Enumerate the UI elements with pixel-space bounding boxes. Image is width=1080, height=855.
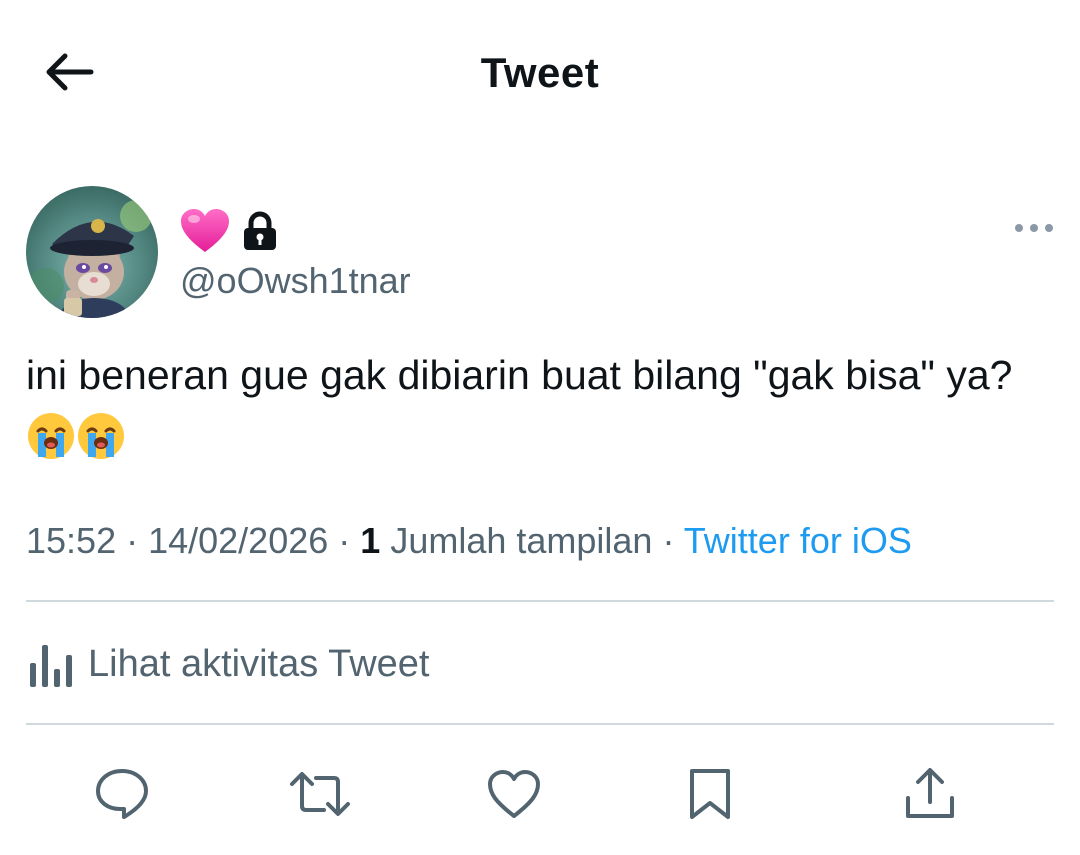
activity-label: Lihat aktivitas Tweet xyxy=(88,643,430,685)
share-button[interactable] xyxy=(898,762,962,826)
more-dots-icon xyxy=(1015,224,1053,232)
avatar[interactable] xyxy=(26,186,158,318)
bookmark-icon xyxy=(690,769,730,819)
lock-icon xyxy=(242,211,278,251)
reply-button[interactable] xyxy=(90,762,154,826)
tweet-body: ini beneran gue gak dibiarin buat bilang… xyxy=(26,344,1036,468)
page-title: Tweet xyxy=(480,49,600,96)
source-link[interactable]: Twitter for iOS xyxy=(684,520,912,561)
like-icon xyxy=(488,770,540,818)
retweet-icon xyxy=(290,772,350,816)
pink-heart-emoji xyxy=(180,208,230,254)
user-handle[interactable]: @oOwsh1tnar xyxy=(180,260,411,302)
divider xyxy=(26,600,1054,602)
display-name xyxy=(180,206,278,256)
bookmark-button[interactable] xyxy=(678,762,742,826)
reply-icon xyxy=(96,769,148,819)
analytics-bars-icon xyxy=(30,645,72,687)
views-count: 1 xyxy=(360,520,381,561)
like-button[interactable] xyxy=(482,762,546,826)
tweet-text: ini beneran gue gak dibiarin buat bilang… xyxy=(26,352,1013,398)
loudly-crying-face-emoji-2 xyxy=(78,413,124,459)
view-tweet-activity-button[interactable]: Lihat aktivitas Tweet xyxy=(26,620,429,708)
retweet-button[interactable] xyxy=(288,762,352,826)
meta-separator: · xyxy=(116,520,149,561)
tweet-meta: 15:52 · 14/02/2026 · 1 Jumlah tampilan ·… xyxy=(26,518,912,564)
views-label: Jumlah tampilan xyxy=(380,520,653,561)
share-icon xyxy=(906,768,954,818)
tweet-author: @oOwsh1tnar xyxy=(26,186,1056,322)
header-bar: Tweet xyxy=(0,0,1080,150)
divider-2 xyxy=(26,723,1054,725)
loudly-crying-face-emoji xyxy=(28,413,74,459)
avatar-image xyxy=(26,186,158,318)
more-options-button[interactable] xyxy=(1012,216,1056,240)
tweet-actions xyxy=(0,750,1080,840)
tweet-date[interactable]: 14/02/2026 xyxy=(148,520,328,561)
tweet-time[interactable]: 15:52 xyxy=(26,520,116,561)
meta-separator-3: · xyxy=(652,520,684,561)
meta-separator-2: · xyxy=(328,520,361,561)
